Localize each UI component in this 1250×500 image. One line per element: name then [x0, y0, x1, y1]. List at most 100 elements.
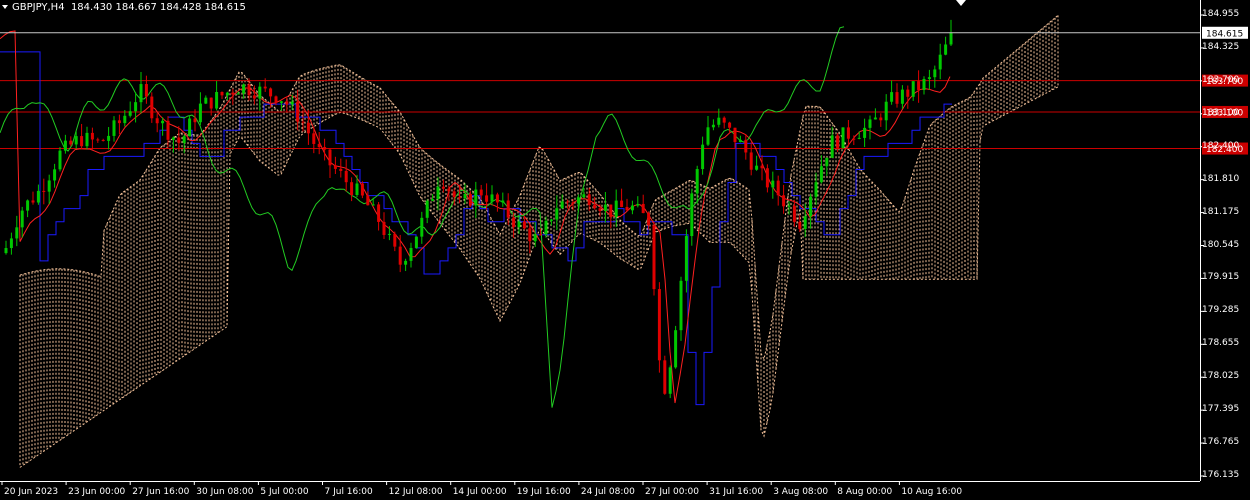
candle-body [549, 219, 553, 221]
candle-body [220, 92, 224, 96]
time-tick-label: 24 Jul 08:00 [581, 487, 635, 497]
candle-body [279, 101, 283, 103]
price-tick-label: 178.655 [1202, 338, 1240, 349]
dropdown-arrow-icon[interactable] [2, 5, 8, 9]
candle-body [360, 183, 364, 196]
candle-body [738, 139, 742, 143]
candle-body [204, 97, 208, 104]
candle-body [231, 92, 235, 95]
candle-body [452, 191, 456, 198]
candle-body [571, 202, 575, 204]
candle-body [474, 189, 478, 206]
candle-body [522, 221, 526, 229]
candle-body [409, 247, 413, 261]
candle-body [236, 93, 240, 95]
candle-body [69, 140, 73, 145]
price-tick-label: 181.810 [1202, 173, 1240, 184]
candle-body [949, 32, 953, 45]
candle-body [857, 137, 861, 139]
price-tick-label: 184.325 [1202, 41, 1240, 52]
candle-body [166, 120, 170, 140]
current-price-label: 184.615 [1206, 29, 1243, 39]
candle-body [490, 194, 494, 202]
candle-body [598, 208, 602, 211]
candle-body [911, 81, 915, 97]
candle-body [830, 135, 834, 158]
candle-body [771, 180, 775, 188]
candle-body [425, 200, 429, 218]
candle-body [182, 136, 186, 143]
candle-body [20, 210, 24, 228]
candle-body [377, 204, 381, 222]
candle-body [463, 193, 467, 199]
candle-body [679, 280, 683, 331]
candle-body [674, 330, 678, 368]
candle-body [668, 367, 672, 394]
candle-body [863, 127, 867, 138]
candle-body [26, 200, 30, 211]
price-tick-label: 178.025 [1202, 371, 1240, 382]
ohlc-values: 184.430 184.667 184.428 184.615 [70, 2, 246, 13]
candle-body [350, 182, 354, 196]
candle-body [9, 238, 13, 249]
candle-body [4, 248, 8, 254]
candle-body [15, 227, 19, 239]
candle-body [717, 117, 721, 125]
candle-body [544, 220, 548, 235]
candle-body [792, 205, 796, 222]
candle-body [263, 86, 267, 89]
candle-body [836, 135, 840, 149]
candle-body [652, 225, 656, 290]
candle-body [290, 101, 294, 105]
candle-body [603, 204, 607, 211]
candle-body [706, 127, 710, 145]
price-tick-label: 184.955 [1202, 9, 1240, 19]
candle-body [36, 190, 40, 203]
price-tick-label: 176.765 [1202, 437, 1240, 448]
candle-body [749, 152, 753, 170]
candle-body [366, 195, 370, 206]
candle-body [247, 84, 251, 96]
candle-body [733, 127, 737, 143]
candle-body [657, 289, 661, 361]
price-tick-label: 179.285 [1202, 305, 1240, 316]
candle-body [690, 193, 694, 237]
candle-body [566, 201, 570, 203]
candle-body [927, 77, 931, 79]
price-tick-label: 176.135 [1202, 470, 1240, 480]
candle-body [609, 204, 613, 218]
time-tick-label: 12 Jul 08:00 [389, 487, 443, 497]
candle-body [128, 111, 132, 116]
axes: 20 Jun 2023 23 Jun 00:00 27 Jun 16:00 30 Ju… [0, 0, 1248, 497]
candle-body [625, 206, 629, 211]
candle-body [630, 205, 634, 211]
time-tick-label: 10 Aug 16:00 [901, 487, 962, 497]
candle-body [873, 117, 877, 120]
price-chart[interactable]: 20 Jun 2023 23 Jun 00:00 27 Jun 16:00 30 Ju… [0, 0, 1250, 500]
price-tick-label: 180.545 [1202, 239, 1240, 250]
candle-body [841, 127, 845, 149]
candle-body [506, 200, 510, 218]
candle-body [533, 234, 537, 242]
candle-body [922, 78, 926, 90]
candle-body [436, 186, 440, 200]
candle-body [371, 204, 375, 206]
candle-body [787, 205, 791, 207]
candle-body [479, 189, 483, 196]
candle-body [868, 119, 872, 128]
candle-body [117, 120, 121, 124]
candle-body [301, 121, 305, 123]
candle-body [85, 132, 89, 147]
candle-body [782, 195, 786, 207]
price-tick-label: 183.700 [1202, 74, 1240, 85]
candle-body [879, 117, 883, 121]
candle-body [593, 204, 597, 209]
candle-body [80, 136, 84, 147]
candle-body [895, 92, 899, 104]
candle-body [587, 194, 591, 205]
candle-body [485, 195, 489, 202]
candle-body [317, 143, 321, 148]
candle-body [695, 169, 699, 194]
candle-body [285, 101, 289, 105]
candle-body [458, 197, 462, 199]
